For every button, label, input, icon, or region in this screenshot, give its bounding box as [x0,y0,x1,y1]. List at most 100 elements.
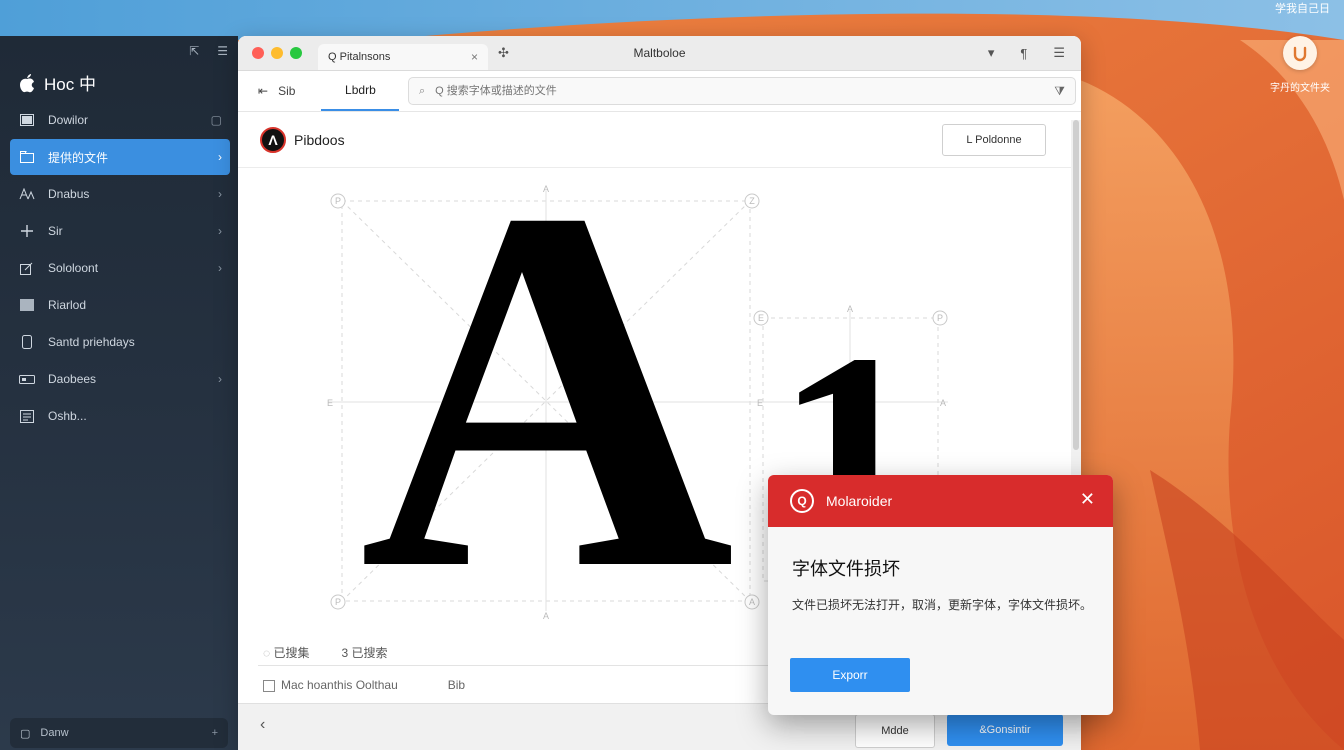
sidebar-item-daobees[interactable]: Daobees › [10,361,230,397]
sidebar-item-sololoont[interactable]: Sololoont › [10,250,230,286]
search-bar[interactable]: ⌕ ⧩ [408,77,1076,105]
svg-text:E: E [327,398,333,408]
sidebar-brand: Hoc 中 [18,70,96,95]
status-right: 3 已搜索 [341,646,388,660]
dialog-title: Molaroider [826,493,893,509]
sidebar-item-dnabus[interactable]: Dnabus › [10,176,230,212]
svg-text:E: E [757,398,763,408]
search-input[interactable] [433,84,1055,98]
svg-text:E: E [758,313,764,323]
primary-button[interactable]: &Gonsintir [947,714,1063,746]
dialog-heading: 字体文件损坏 [792,559,900,580]
glyph-a-preview: A [359,166,735,636]
folder-icon [18,149,36,165]
window-tab[interactable]: Q Pitalnsons × [318,44,488,70]
svg-text:Z: Z [749,196,755,206]
folder-app-icon [1283,36,1317,70]
svg-text:A: A [749,597,755,607]
grid-icon [18,297,36,313]
search-circle-icon: Q [790,489,814,513]
zoom-window-button[interactable] [290,47,302,59]
chevron-right-icon: › [218,372,222,386]
app-logo-icon: Λ [260,126,286,153]
list-icon [18,408,36,424]
check-icon: ◌ [263,646,271,660]
status-left-text: 已搜集 [273,646,310,660]
svg-text:P: P [937,313,943,323]
svg-text:A: A [940,398,946,408]
chevron-right-icon: › [218,150,222,164]
dropdown-arrow-icon[interactable]: ▾ [988,45,995,61]
window-icon [18,112,36,128]
sidebar-item-label: Dowilor [48,113,89,127]
scrollbar-thumb[interactable] [1073,120,1079,450]
chevron-right-icon: › [218,224,222,238]
sidebar-item-santd[interactable]: Santd priehdays [10,324,230,360]
sidebar-item-label: Riarlod [48,298,87,312]
sidebar-item-label: Sir [48,224,63,238]
sidebar-bottom-label: Danw [40,727,69,739]
divider [258,665,778,666]
apple-logo-icon [20,73,34,92]
sidebar-item-label: Sololoont [48,261,99,275]
checkbox-icon[interactable] [263,679,275,692]
status-left: ◌ 已搜集 [263,644,310,661]
sidebar-item-riarlod[interactable]: Riarlod [10,287,230,323]
share-icon[interactable]: ⇱ [189,44,199,58]
sidebar-item-oshb[interactable]: Oshb... [10,398,230,434]
dialog-header: Q Molaroider ✕ [768,475,1113,527]
new-tab-icon[interactable]: ✣ [498,45,509,61]
desktop-folder-shortcut[interactable]: 字丹的文件夹 [1262,36,1338,94]
plus-icon [18,223,36,239]
add-icon[interactable]: + [212,727,218,739]
sidebar-bottom-bar[interactable]: ▢ Danw + [10,718,228,748]
mac-option-checkbox[interactable]: Mac hoanthis Oolthau [263,678,398,692]
phone-icon [18,334,36,350]
filter-icon[interactable]: ⧩ [1054,84,1065,99]
svg-text:P: P [335,597,341,607]
chevron-right-icon: › [218,187,222,201]
status-row: ◌ 已搜集 3 已搜索 [263,644,388,661]
secondary-button[interactable]: Mdde [855,714,935,748]
window-titlebar: Q Pitalnsons × ✣ Maltboloe ▾ ¶ ☰ [238,36,1081,71]
back-button-label: Sib [278,84,296,98]
close-window-button[interactable] [252,47,264,59]
svg-text:P: P [335,196,341,206]
close-icon[interactable]: ✕ [1080,489,1095,509]
sidebar-item-label: Santd priehdays [48,335,135,349]
sidebar-brand-text: Hoc 中 [44,75,96,94]
window-controls [252,47,302,59]
back-arrow-icon: ⇤ [258,84,269,98]
square-icon: ▢ [210,113,222,127]
drive-icon [18,371,36,387]
vertical-scrollbar[interactable] [1071,120,1081,520]
content-header: Λ Pibdoos L Poldonne [238,112,1081,168]
paragraph-icon[interactable]: ¶ [1020,46,1027,61]
desktop-menu-text: 学我自己日 [1275,3,1330,15]
close-tab-icon[interactable]: × [471,50,478,64]
window-toolbar: ⇤ Sib Lbdrb ⌕ ⧩ [238,71,1081,112]
sidebar-item-sir[interactable]: Sir › [10,213,230,249]
chevron-left-icon[interactable]: ‹ [260,716,265,734]
back-button[interactable]: ⇤ Sib [258,84,295,98]
dialog-message: 文件已损坏无法打开，取消，更新字体，字体文件损坏。 [792,598,1093,612]
fonts-icon [18,186,36,202]
menu-icon[interactable]: ☰ [217,44,228,58]
sidebar-item-dowilor[interactable]: Dowilor ▢ [10,102,230,138]
chevron-right-icon: › [218,261,222,275]
sidebar-item-files[interactable]: 提供的文件 › [10,139,230,175]
options-row: Mac hoanthis Oolthau Bib [263,678,465,692]
export-button[interactable]: Exporr [790,658,910,692]
toolbar-tab-active[interactable]: Lbdrb [321,71,400,111]
desktop-icon-label: 字丹的文件夹 [1270,83,1330,94]
sidebar-list: Dowilor ▢ 提供的文件 › Dnabus › Sir › Sololoo… [10,102,230,435]
option-value: Bib [447,678,466,692]
hamburger-menu-icon[interactable]: ☰ [1053,45,1065,61]
sidebar-item-label: Dnabus [48,187,90,201]
sidebar-item-label: 提供的文件 [48,150,109,165]
sidebar-item-label: Daobees [48,372,97,386]
header-action-button[interactable]: L Poldonne [942,124,1046,156]
square-icon: ▢ [20,727,31,740]
minimize-window-button[interactable] [271,47,283,59]
sidebar: ⇱ ☰ Hoc 中 Dowilor ▢ 提供的文件 › Dnabus › Sir… [0,36,238,750]
